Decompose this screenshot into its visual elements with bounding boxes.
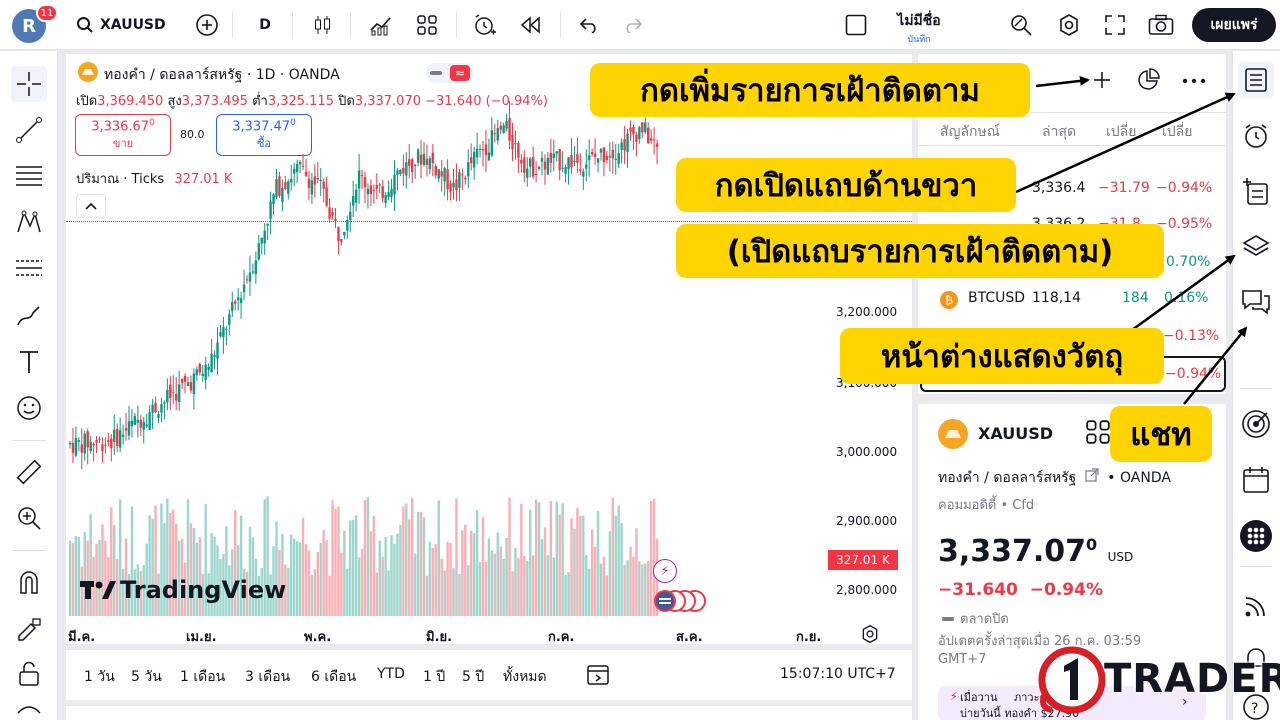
callout-add-watchlist: กดเพิ่มรายการเฝ้าติดตาม xyxy=(590,63,1030,117)
arrow-to-chat xyxy=(1183,326,1248,405)
callout-open-right-panel: กดเปิดแถบด้านขวา xyxy=(676,158,1016,212)
app-window: R 11 XAUUSD D ไม่มีชื่อ บันทึก เผยแพร่ ท… xyxy=(0,0,1280,720)
arrow-to-add-symbol xyxy=(1035,75,1090,88)
trader-logo-mark xyxy=(1036,644,1108,716)
callout-object-window: หน้าต่างแสดงวัตถุ xyxy=(840,328,1164,384)
callout-chat: แชท xyxy=(1110,406,1212,462)
callout-open-watchlist: (เปิดแถบรายการเฝ้าติดตาม) xyxy=(676,224,1164,278)
trader-logo-text: TRADER xyxy=(1104,656,1280,702)
arrow-to-watchlist-toggle xyxy=(1015,92,1236,194)
